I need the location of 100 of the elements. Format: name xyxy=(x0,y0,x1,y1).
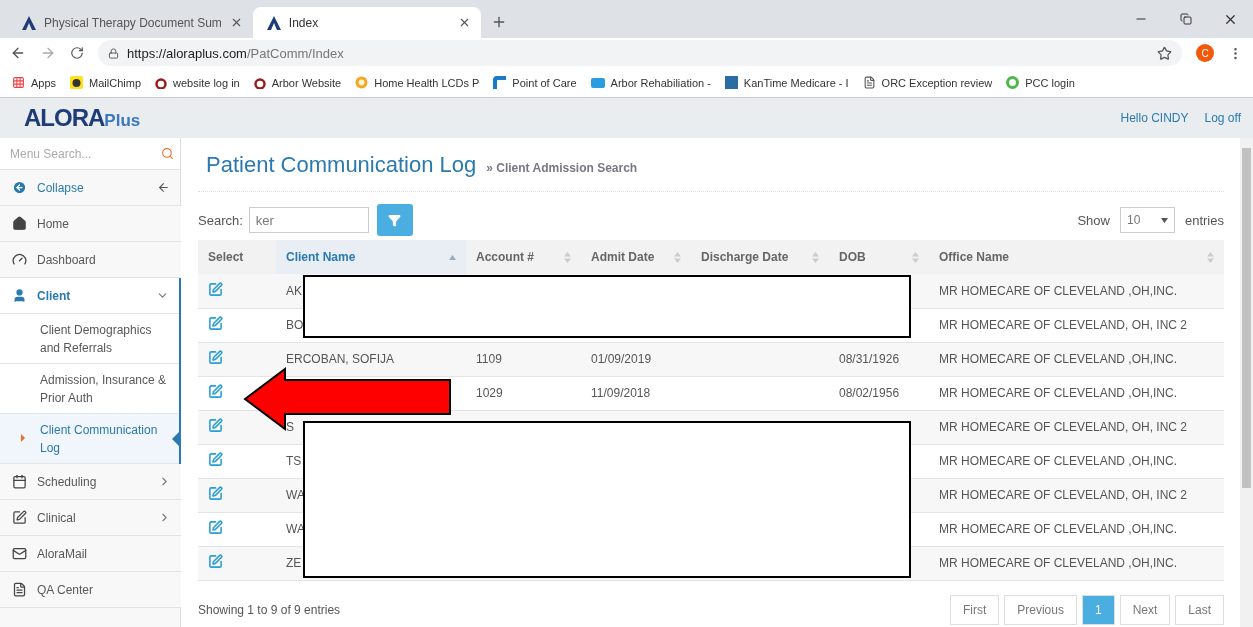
bookmark-link[interactable]: Apps xyxy=(12,76,57,89)
restore-icon xyxy=(1179,13,1192,25)
entries-info: Showing 1 to 9 of 9 entries xyxy=(198,602,341,617)
edit-icon[interactable] xyxy=(208,520,223,535)
table-cell: TS xyxy=(276,444,466,478)
edit-icon[interactable] xyxy=(208,486,223,501)
mail-icon xyxy=(12,546,27,561)
bookmark-link[interactable]: Home Health LCDs P xyxy=(355,76,480,89)
sidebar-item[interactable]: Client xyxy=(0,278,179,314)
lock-icon xyxy=(108,47,119,59)
monkey-icon xyxy=(70,76,84,89)
greeting-link[interactable]: Hello CINDY xyxy=(1120,111,1189,125)
entries-select[interactable]: 10 xyxy=(1119,207,1175,233)
caret-icon xyxy=(21,434,25,442)
table-cell: 08/02/1956 xyxy=(829,376,929,410)
table-cell: MR HOMECARE OF CLEVELAND, OH, INC 2 xyxy=(929,308,1224,342)
column-header[interactable]: Select xyxy=(198,240,276,274)
show-label: Show xyxy=(1077,212,1110,228)
kt-tile-icon xyxy=(724,76,738,89)
sidebar-item[interactable]: QA Center xyxy=(0,572,181,608)
filter-button[interactable] xyxy=(376,204,413,236)
back-circle-icon xyxy=(12,180,27,195)
bookmark-link[interactable]: KanTime Medicare - I xyxy=(724,76,849,89)
calendar-icon xyxy=(12,474,27,489)
edit-icon[interactable] xyxy=(208,281,223,297)
page-title: Patient Communication Log xyxy=(206,151,477,178)
edit-icon[interactable] xyxy=(208,350,223,365)
sidebar-item[interactable]: Scheduling xyxy=(0,464,181,500)
back-icon[interactable] xyxy=(10,45,26,61)
sidebar-item[interactable]: Home xyxy=(0,206,181,242)
browser-tab[interactable]: Index xyxy=(252,7,481,38)
sidebar-item[interactable]: Clinical xyxy=(0,500,181,536)
corner-icon xyxy=(493,76,507,89)
badge-icon xyxy=(355,76,369,89)
table-cell: MR HOMECARE OF CLEVELAND ,OH,INC. xyxy=(929,274,1224,308)
reload-icon[interactable] xyxy=(70,46,84,60)
bookmark-star-icon[interactable] xyxy=(1157,45,1172,61)
edit-icon[interactable] xyxy=(208,452,223,467)
forward-icon[interactable] xyxy=(40,45,56,61)
edit-icon[interactable] xyxy=(208,554,223,569)
edit-icon[interactable] xyxy=(208,418,223,433)
bookmark-link[interactable]: PCC login xyxy=(1006,76,1075,89)
pagination-button[interactable]: Last xyxy=(1175,594,1224,625)
sidebar-subitem[interactable]: Client Demographics and Referrals xyxy=(0,314,179,364)
a-logo-icon xyxy=(22,15,36,30)
table-cell: MR HOMECARE OF CLEVELAND, OH, INC 2 xyxy=(929,478,1224,512)
bookmark-link[interactable]: website log in xyxy=(155,76,240,89)
gauge-icon xyxy=(12,252,27,267)
sidebar-subitem[interactable]: Client Communication Log xyxy=(0,414,179,464)
entries-label: entries xyxy=(1184,212,1224,228)
table-cell: MR HOMECARE OF CLEVELAND ,OH,INC. xyxy=(929,444,1224,478)
table-cell: 08/31/1926 xyxy=(829,342,929,376)
column-header[interactable]: Office Name xyxy=(929,240,1224,274)
table-cell: 1109 xyxy=(466,342,581,376)
edit-icon[interactable] xyxy=(208,316,223,331)
column-header[interactable]: Discharge Date xyxy=(691,240,829,274)
filter-icon xyxy=(388,213,402,227)
table-cell: MR HOMECARE OF CLEVELAND ,OH,INC. xyxy=(929,376,1224,410)
column-header[interactable]: Admit Date xyxy=(581,240,691,274)
apps-grid-icon xyxy=(12,76,25,89)
arrow-left-icon xyxy=(157,181,170,194)
tile-icon xyxy=(590,76,605,89)
bookmark-link[interactable]: Arbor Rehabiliation - xyxy=(590,76,711,89)
sidebar-subitem[interactable]: Admission, Insurance & Prior Auth xyxy=(0,364,179,414)
ring-icon xyxy=(1006,76,1020,89)
a-logo-icon xyxy=(266,15,281,30)
column-header[interactable]: Account # xyxy=(466,240,581,274)
app-logo: ALORAPlus xyxy=(24,104,141,132)
bookmark-link[interactable]: Point of Care xyxy=(493,76,577,89)
document-icon xyxy=(862,76,876,89)
table-cell: MR HOMECARE OF CLEVELAND ,OH,INC. xyxy=(929,512,1224,546)
pagination-button[interactable]: First xyxy=(949,594,1000,625)
search-field[interactable]: ker xyxy=(248,207,369,233)
bookmark-link[interactable]: ORC Exception review xyxy=(862,76,993,89)
menu-search-field[interactable]: Menu Search... xyxy=(0,138,180,170)
table-cell: 11/09/2018 xyxy=(581,376,691,410)
address-bar[interactable]: https://aloraplus.com/PatComm/Index xyxy=(98,40,1182,66)
column-header[interactable]: DOB xyxy=(829,240,929,274)
search-icon xyxy=(161,147,174,160)
table-cell: MR HOMECARE OF CLEVELAND, OH, INC 2 xyxy=(929,410,1224,444)
logoff-link[interactable]: Log off xyxy=(1204,111,1241,125)
edit-icon[interactable] xyxy=(208,384,223,399)
column-header[interactable]: Client Name xyxy=(276,240,466,274)
user-icon xyxy=(12,288,27,303)
sidebar-item[interactable]: AloraMail xyxy=(0,536,181,572)
sidebar-item[interactable]: Dashboard xyxy=(0,242,181,278)
dropdown-caret-icon xyxy=(1160,217,1168,223)
table-cell: ZE xyxy=(276,546,466,580)
pagination-button[interactable]: Next xyxy=(1119,594,1171,625)
profile-avatar[interactable]: C xyxy=(1196,44,1214,62)
browser-tab[interactable]: Physical Therapy Document Sum xyxy=(8,7,253,38)
table-cell: MR HOMECARE OF CLEVELAND ,OH,INC. xyxy=(929,546,1224,580)
bookmark-link[interactable]: MailChimp xyxy=(70,76,142,89)
home-icon xyxy=(12,216,27,231)
bookmark-link[interactable]: Arbor Website xyxy=(253,76,342,89)
pagination-button[interactable]: Previous xyxy=(1004,594,1077,625)
table-cell: S xyxy=(276,410,466,444)
table-cell: 01/09/2019 xyxy=(581,342,691,376)
scrollbar-thumb[interactable] xyxy=(1242,148,1251,488)
file-icon xyxy=(12,582,27,597)
